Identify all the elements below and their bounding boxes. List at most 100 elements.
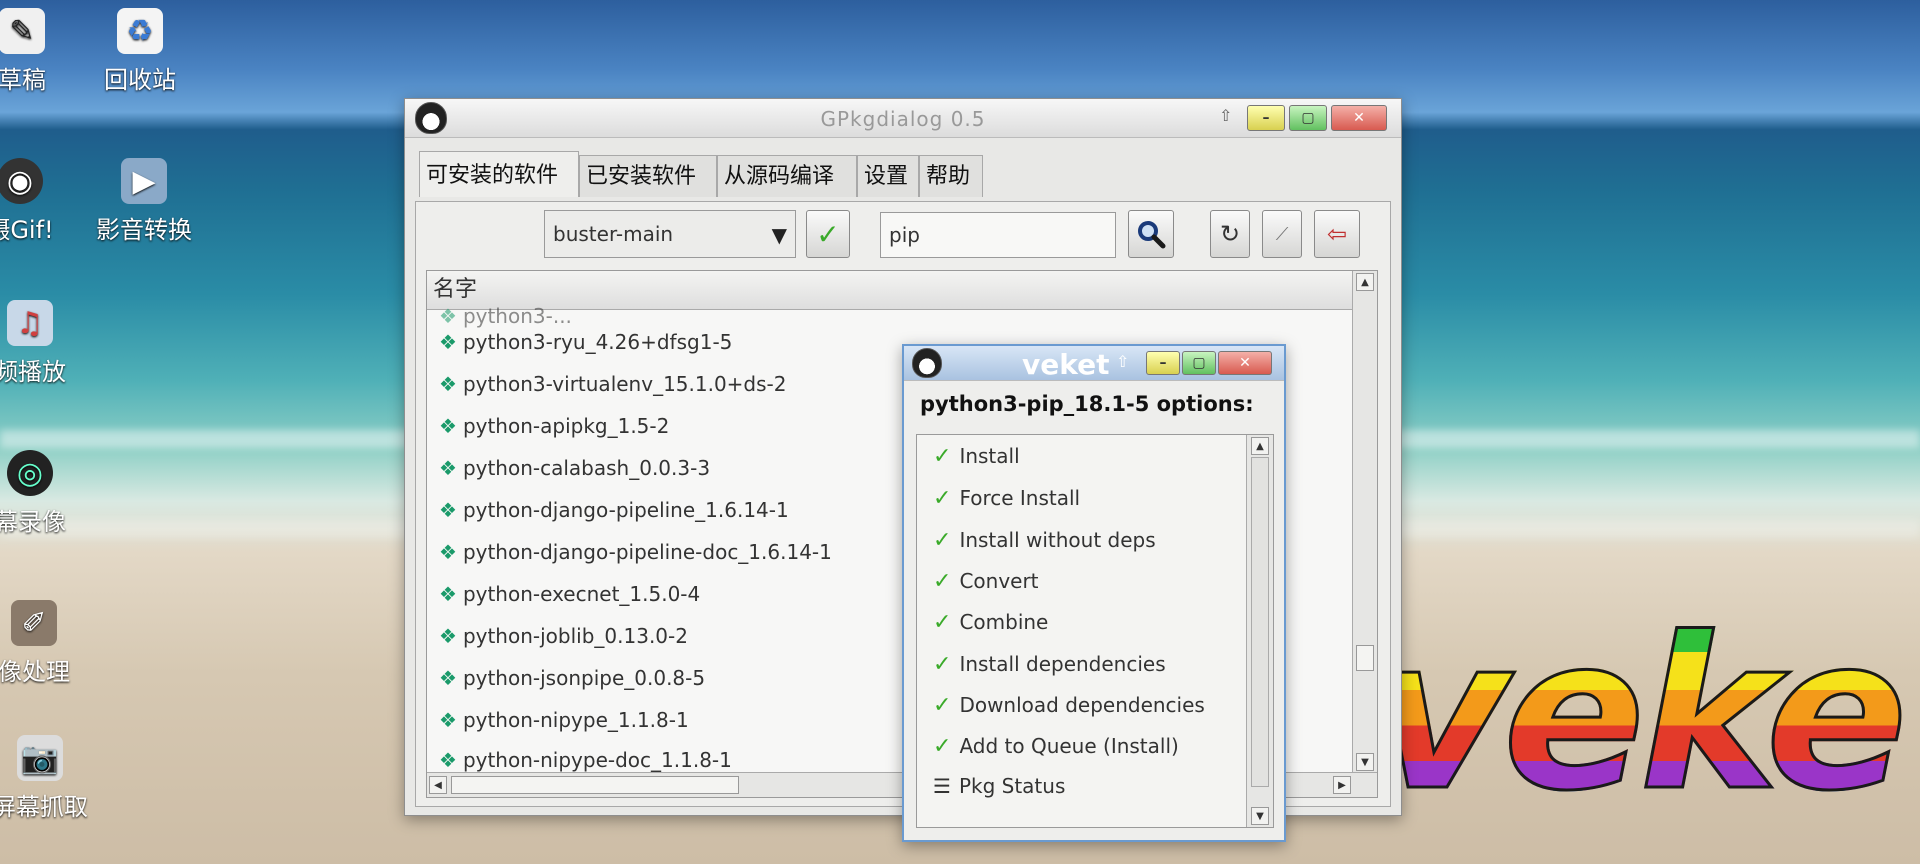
package-icon: ❖ [439, 414, 457, 438]
list-item[interactable]: ❖ python-nipype_1.1.8-1 [439, 703, 689, 737]
scroll-up-arrow[interactable]: ▲ [1356, 273, 1374, 291]
pin-icon[interactable]: ⇧ [1219, 106, 1232, 125]
list-item[interactable]: ❖ python-execnet_1.5.0-4 [439, 577, 700, 611]
list-icon: ☰ [933, 774, 951, 798]
option-pkg-status[interactable]: ☰ Pkg Status [933, 771, 1065, 801]
tux-icon [912, 348, 942, 378]
check-icon: ✓ [933, 651, 952, 677]
recycle-bin-icon: ♻ [117, 8, 163, 54]
options-scroll-thumb[interactable] [1251, 457, 1269, 787]
list-item[interactable]: ❖ python-jsonpipe_0.0.8-5 [439, 661, 705, 695]
screen-recorder-icon: ◎ [7, 450, 53, 496]
veket-titlebar[interactable]: veket ⇧ – ▢ ✕ [904, 346, 1284, 381]
package-icon: ❖ [439, 748, 457, 772]
scroll-down-arrow[interactable]: ▼ [1251, 807, 1269, 825]
veket-maximize-button[interactable]: ▢ [1182, 351, 1216, 375]
check-icon: ✓ [933, 443, 952, 469]
scroll-up-arrow[interactable]: ▲ [1251, 437, 1269, 455]
tab-build-from-source[interactable]: 从源码编译 [717, 155, 857, 197]
screenshot-icon: 📷 [17, 735, 63, 781]
check-icon: ✓ [933, 485, 952, 511]
repo-select[interactable]: buster-main ▼ [544, 210, 796, 258]
desktop-icon-scratch[interactable]: ✎ 草稿 [0, 8, 82, 95]
desktop-icon-recycle-bin[interactable]: ♻ 回收站 [80, 8, 200, 95]
exit-button[interactable]: ⇦ [1314, 210, 1360, 258]
search-button[interactable] [1128, 210, 1174, 258]
options-list: ✓ Install ✓ Force Install ✓ Install without… [916, 434, 1274, 828]
veket-dialog-title: veket [1022, 348, 1110, 381]
close-button[interactable]: ✕ [1331, 105, 1387, 131]
tab-installed[interactable]: 已安装软件 [579, 155, 717, 197]
desktop-icon-video-converter[interactable]: ▶ 影音转换 [84, 158, 204, 245]
search-input[interactable]: pip [880, 212, 1116, 258]
desktop-icon-screenshot[interactable]: 📷 屏幕抓取 [0, 735, 100, 822]
refresh-button[interactable]: ↻ [1210, 210, 1250, 258]
scroll-right-arrow[interactable]: ▶ [1333, 776, 1351, 794]
package-icon: ❖ [439, 540, 457, 564]
option-install-dependencies[interactable]: ✓ Install dependencies [933, 649, 1166, 679]
list-vertical-scrollbar[interactable]: ▲ ▼ [1352, 271, 1377, 773]
desktop-icon-screen-recorder[interactable]: ◎ 幕录像 [0, 450, 90, 537]
gif-recorder-icon: ◉ [0, 158, 43, 204]
options-scrollbar[interactable]: ▲ ▼ [1246, 435, 1273, 827]
refresh-icon: ↻ [1219, 220, 1241, 248]
scroll-left-arrow[interactable]: ◀ [429, 776, 447, 794]
package-icon: ❖ [439, 708, 457, 732]
clean-button[interactable]: ⟋ [1262, 210, 1302, 258]
option-install[interactable]: ✓ Install [933, 441, 1020, 471]
gimp-icon: ✐ [11, 600, 57, 646]
veket-close-button[interactable]: ✕ [1218, 351, 1272, 375]
tab-installable[interactable]: 可安装的软件 [419, 151, 579, 197]
vertical-scroll-thumb[interactable] [1356, 645, 1374, 671]
wallpaper-logo: veke [1371, 592, 1910, 837]
option-force-install[interactable]: ✓ Force Install [933, 483, 1080, 513]
package-icon: ❖ [439, 456, 457, 480]
list-item[interactable]: ❖ python-apipkg_1.5-2 [439, 409, 669, 443]
package-icon: ❖ [439, 666, 457, 690]
chevron-down-icon: ▼ [771, 223, 787, 247]
option-install-without-deps[interactable]: ✓ Install without deps [933, 525, 1156, 555]
video-converter-icon: ▶ [121, 158, 167, 204]
desktop-icon-gif[interactable]: ◉ 摄Gif! [0, 158, 80, 245]
check-icon: ✓ [933, 609, 952, 635]
gpkgdialog-titlebar[interactable]: GPkgdialog 0.5 ⇧ – ▢ ✕ [405, 99, 1401, 138]
list-item[interactable]: ❖ python-joblib_0.13.0-2 [439, 619, 688, 653]
tab-help[interactable]: 帮助 [919, 155, 983, 197]
veket-minimize-button[interactable]: – [1146, 351, 1180, 375]
list-item[interactable]: ❖ python-django-pipeline_1.6.14-1 [439, 493, 789, 527]
list-item[interactable]: ❖ python-calabash_0.0.3-3 [439, 451, 710, 485]
check-icon: ✓ [816, 217, 840, 251]
package-icon: ❖ [439, 372, 457, 396]
tab-settings[interactable]: 设置 [857, 155, 919, 197]
scroll-down-arrow[interactable]: ▼ [1356, 753, 1374, 771]
list-item[interactable]: ❖ python3-virtualenv_15.1.0+ds-2 [439, 367, 787, 401]
option-add-to-queue[interactable]: ✓ Add to Queue (Install) [933, 731, 1179, 761]
list-item[interactable]: ❖ python3-ryu_4.26+dfsg1-5 [439, 325, 732, 359]
horizontal-scroll-thumb[interactable] [451, 776, 739, 794]
search-icon [1138, 221, 1166, 249]
option-download-dependencies[interactable]: ✓ Download dependencies [933, 690, 1205, 720]
exit-icon: ⇦ [1326, 220, 1348, 248]
check-icon: ✓ [933, 527, 952, 553]
package-icon: ❖ [439, 498, 457, 522]
options-heading: python3-pip_18.1-5 options: [920, 392, 1254, 416]
list-item[interactable]: ❖ python-django-pipeline-doc_1.6.14-1 [439, 535, 832, 569]
media-player-icon: ♫ [7, 300, 53, 346]
check-icon: ✓ [933, 692, 952, 718]
check-icon: ✓ [933, 733, 952, 759]
broom-icon: ⟋ [1275, 223, 1289, 245]
check-icon: ✓ [933, 568, 952, 594]
maximize-button[interactable]: ▢ [1289, 105, 1327, 131]
desktop-icon-gimp[interactable]: ✐ 像处理 [0, 600, 94, 687]
minimize-button[interactable]: – [1247, 105, 1285, 131]
package-icon: ❖ [439, 624, 457, 648]
option-convert[interactable]: ✓ Convert [933, 566, 1039, 596]
scratch-icon: ✎ [0, 8, 45, 54]
veket-options-dialog: veket ⇧ – ▢ ✕ python3-pip_18.1-5 options… [902, 344, 1286, 842]
package-icon: ❖ [439, 330, 457, 354]
option-combine[interactable]: ✓ Combine [933, 607, 1048, 637]
package-icon: ❖ [439, 582, 457, 606]
pin-icon[interactable]: ⇧ [1116, 352, 1129, 371]
desktop-icon-media-player[interactable]: ♫ 频播放 [0, 300, 90, 387]
apply-repo-button[interactable]: ✓ [806, 210, 850, 258]
